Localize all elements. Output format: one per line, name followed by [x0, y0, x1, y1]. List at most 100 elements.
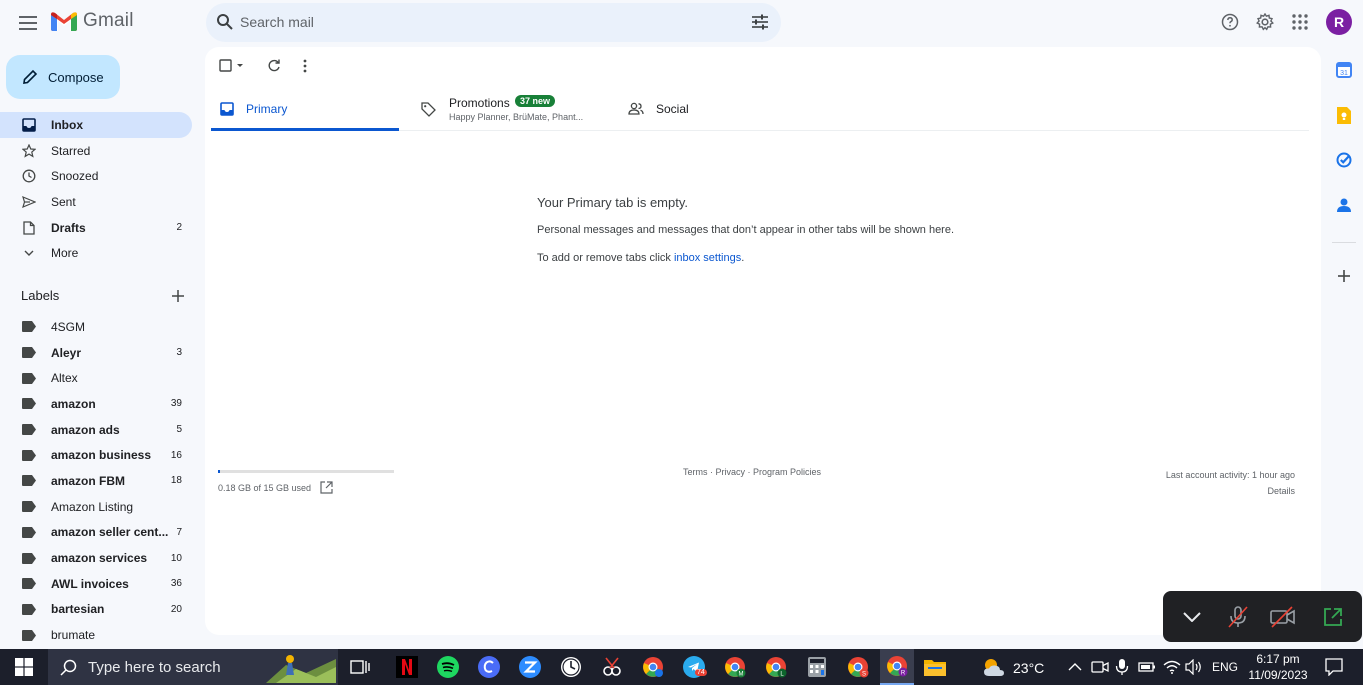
sidebar-item-label: Inbox [51, 117, 83, 132]
tab-primary[interactable]: Primary [211, 92, 399, 131]
create-label-plus-icon[interactable] [171, 289, 185, 303]
label-name: Aleyr [51, 345, 82, 360]
chrome-profile-1-icon[interactable] [641, 655, 665, 679]
notifications-icon[interactable] [1322, 655, 1346, 679]
terms-link[interactable]: Terms [683, 467, 708, 477]
sidebar-item-drafts[interactable]: Drafts 2 [0, 215, 200, 241]
details-link[interactable]: Details [1166, 483, 1295, 499]
weather-temperature[interactable]: 23°C [1013, 660, 1044, 676]
sidebar-item-label: Drafts [51, 220, 86, 235]
chrome-profile-s-icon[interactable]: S [846, 655, 870, 679]
windows-start-icon[interactable] [12, 655, 36, 679]
meet-tray-icon[interactable] [1088, 655, 1112, 679]
snipping-tool-icon[interactable] [600, 655, 624, 679]
labels-heading: Labels [21, 288, 60, 303]
label-name: 4SGM [51, 319, 86, 334]
show-hidden-icons-chevron-up-icon[interactable] [1063, 655, 1087, 679]
label-item[interactable]: Altex [0, 365, 200, 391]
chrome-profile-l-icon[interactable]: L [764, 655, 788, 679]
label-icon [22, 500, 36, 514]
label-item[interactable]: amazon seller cent... 7 [0, 520, 200, 546]
tab-label: Social [656, 102, 689, 116]
wifi-icon[interactable] [1160, 655, 1184, 679]
account-avatar[interactable]: R [1326, 9, 1352, 35]
input-language[interactable]: ENG [1212, 660, 1238, 674]
volume-icon[interactable] [1182, 655, 1206, 679]
collapse-chevron-down-icon[interactable] [1180, 605, 1204, 629]
microphone-off-icon[interactable] [1226, 605, 1250, 629]
main-panel: Primary Promotions 37 new Happy Planner,… [205, 47, 1321, 635]
select-all-checkbox[interactable] [219, 59, 245, 73]
settings-gear-icon[interactable] [1254, 11, 1276, 33]
tab-promotions[interactable]: Promotions 37 new Happy Planner, BrüMate… [413, 92, 611, 131]
sidebar-item-starred[interactable]: Starred [0, 138, 200, 164]
label-item[interactable]: Aleyr 3 [0, 340, 200, 366]
chrome-profile-m-icon[interactable]: M [723, 655, 747, 679]
sidebar-item-sent[interactable]: Sent [0, 189, 200, 215]
label-name: amazon seller cent... [51, 525, 169, 540]
zoom-app-icon[interactable] [518, 655, 542, 679]
file-explorer-icon[interactable] [923, 655, 947, 679]
tasks-icon[interactable] [1335, 151, 1353, 169]
help-icon[interactable] [1219, 11, 1241, 33]
label-item[interactable]: amazon ads 5 [0, 417, 200, 443]
sidebar-item-count: 2 [176, 222, 182, 234]
battery-icon[interactable] [1135, 655, 1159, 679]
label-item[interactable]: amazon FBM 18 [0, 468, 200, 494]
program-policies-link[interactable]: Program Policies [753, 467, 821, 477]
main-menu-icon[interactable] [16, 11, 40, 35]
cortana-app-icon[interactable] [477, 655, 501, 679]
label-item[interactable]: amazon 39 [0, 391, 200, 417]
telegram-app-icon[interactable]: 74 [682, 655, 707, 679]
netflix-app-icon[interactable] [395, 655, 419, 679]
draft-icon [22, 220, 36, 235]
tab-social[interactable]: Social [621, 92, 809, 131]
inbox-settings-link[interactable]: inbox settings [674, 252, 741, 264]
compose-button[interactable]: Compose [6, 55, 120, 99]
label-item[interactable]: amazon services 10 [0, 545, 200, 571]
app-name: Gmail [83, 10, 134, 31]
clock-app-icon[interactable] [559, 655, 583, 679]
get-addons-plus-icon[interactable] [1335, 267, 1353, 285]
promotions-snippet: Happy Planner, BrüMate, Phant... [449, 112, 584, 122]
chrome-profile-r-active-icon[interactable]: R [880, 649, 914, 685]
gmail-logo[interactable]: Gmail [51, 10, 134, 32]
search-icon[interactable] [216, 13, 234, 31]
sidebar-item-more[interactable]: More [0, 240, 200, 266]
contacts-icon[interactable] [1335, 196, 1353, 214]
search-bar[interactable] [206, 3, 781, 42]
open-in-new-window-icon[interactable] [1321, 605, 1345, 629]
refresh-icon[interactable] [267, 59, 281, 73]
label-name: brumate [51, 628, 96, 643]
label-item[interactable]: Amazon Listing [0, 494, 200, 520]
camera-off-icon[interactable] [1270, 605, 1296, 629]
label-item[interactable]: 4SGM [0, 314, 200, 340]
privacy-link[interactable]: Privacy [716, 467, 746, 477]
search-options-icon[interactable] [751, 13, 769, 31]
task-view-icon[interactable] [348, 655, 372, 679]
microphone-tray-icon[interactable] [1110, 655, 1134, 679]
sidebar-item-inbox[interactable]: Inbox [0, 112, 192, 138]
open-external-icon[interactable] [320, 481, 333, 494]
search-input[interactable] [240, 11, 720, 33]
taskbar-search-box[interactable]: Type here to search [48, 649, 338, 685]
sidebar-item-snoozed[interactable]: Snoozed [0, 163, 200, 189]
system-clock[interactable]: 6:17 pm 11/09/2023 [1248, 651, 1308, 683]
weather-cloud-sun-icon[interactable] [981, 655, 1007, 679]
calculator-app-icon[interactable] [805, 655, 829, 679]
star-icon [22, 143, 36, 158]
more-vertical-icon[interactable] [303, 59, 307, 73]
label-icon [22, 577, 36, 591]
footer-links: Terms · Privacy · Program Policies [683, 467, 821, 477]
label-item[interactable]: bartesian 20 [0, 597, 200, 623]
storage-usage-text: 0.18 GB of 15 GB used [218, 483, 312, 493]
google-apps-icon[interactable] [1289, 11, 1311, 33]
footer-separator: · [745, 467, 754, 477]
label-item[interactable]: amazon business 16 [0, 442, 200, 468]
sidebar-item-label: Starred [51, 143, 91, 158]
keep-icon[interactable] [1335, 106, 1353, 124]
calendar-icon[interactable]: 31 [1335, 61, 1353, 79]
label-item[interactable]: brumate [0, 622, 200, 648]
spotify-app-icon[interactable] [436, 655, 460, 679]
label-item[interactable]: AWL invoices 36 [0, 571, 200, 597]
